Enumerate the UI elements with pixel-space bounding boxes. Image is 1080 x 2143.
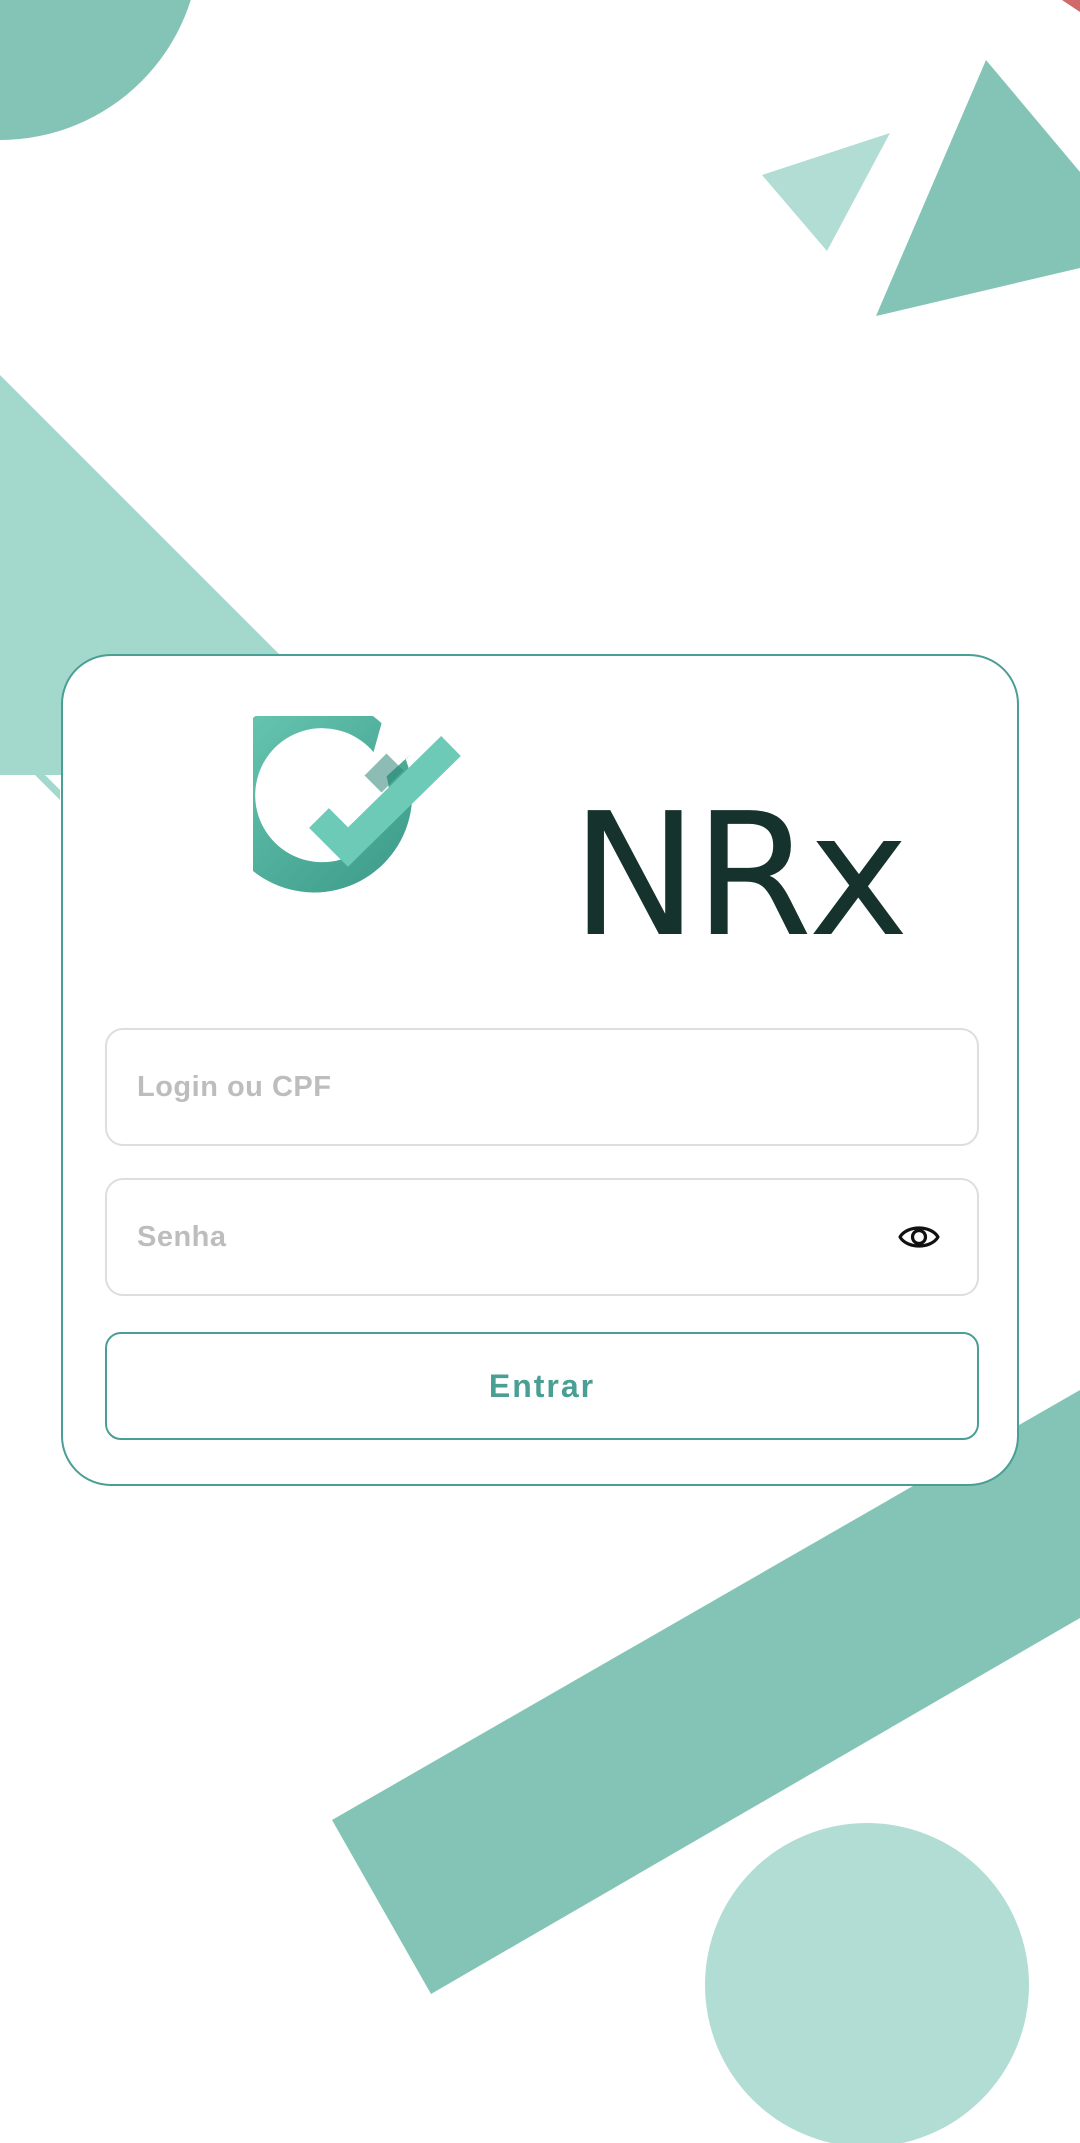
password-field[interactable]: Senha <box>105 1178 979 1296</box>
corner-accent-shape <box>1062 0 1080 12</box>
enter-button[interactable]: Entrar <box>105 1332 979 1440</box>
top-right-triangle-shape <box>876 60 1080 316</box>
login-placeholder: Login ou CPF <box>137 1071 332 1103</box>
bottom-circle-shape <box>705 1823 1029 2143</box>
login-card: NRx Login ou CPF Senha Entrar <box>61 654 1019 1486</box>
password-placeholder: Senha <box>137 1221 227 1253</box>
login-field[interactable]: Login ou CPF <box>105 1028 979 1146</box>
brand-logo: NRx <box>253 716 909 975</box>
eye-icon[interactable] <box>897 1219 941 1255</box>
top-left-circle-shape <box>0 0 191 140</box>
check-circle-logo-icon <box>253 716 461 893</box>
brand-name: NRx <box>571 777 909 975</box>
top-small-triangle-shape <box>762 133 890 251</box>
